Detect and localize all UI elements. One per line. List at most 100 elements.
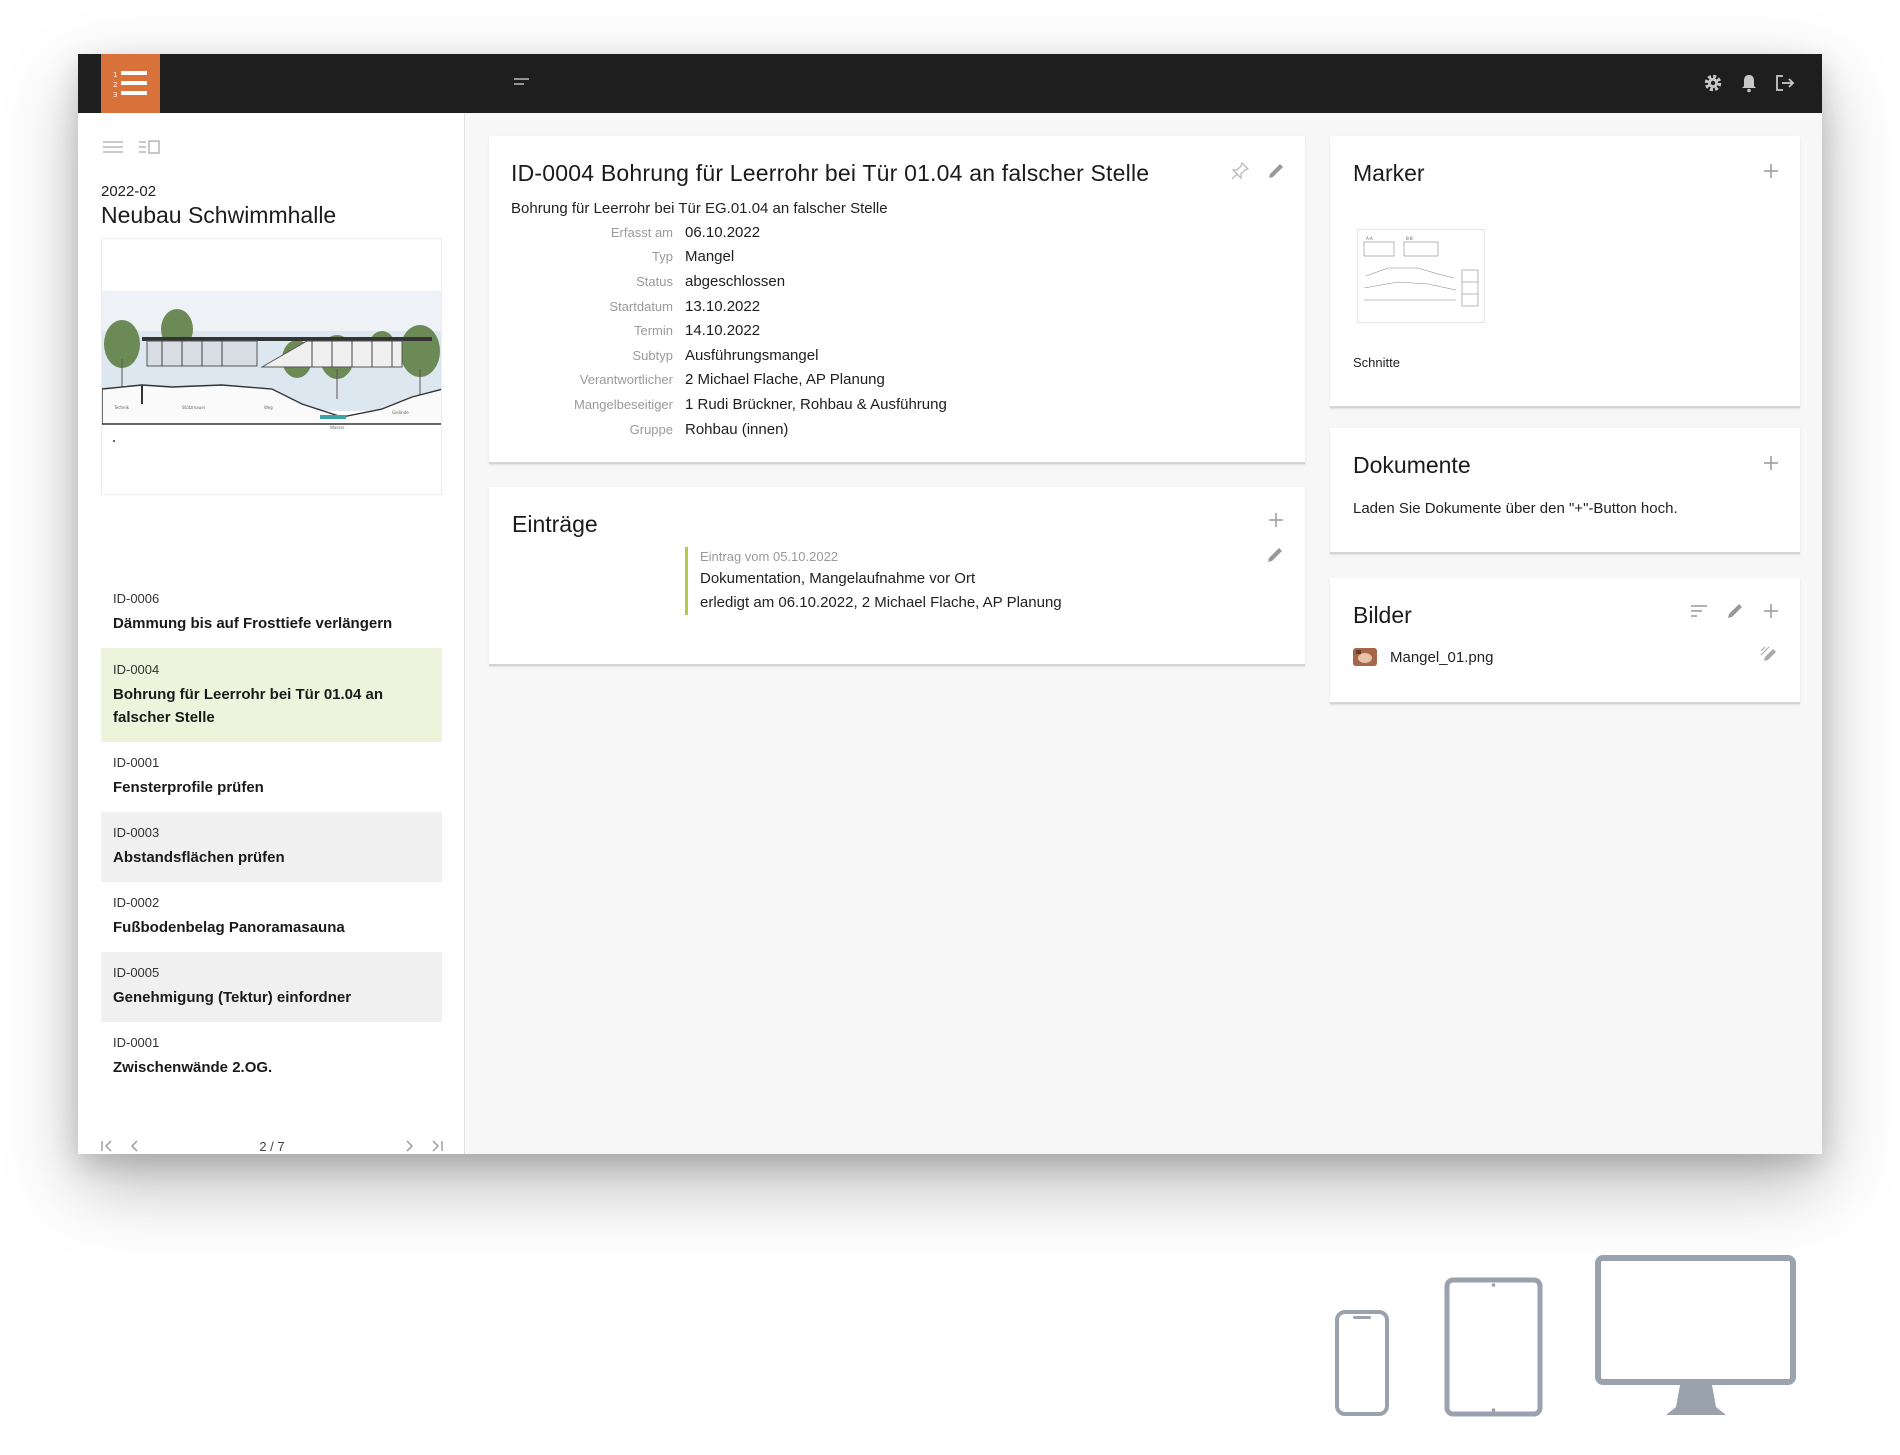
project-image[interactable]: Technik Stützmauer Weg Wasser Gelände <box>101 238 442 495</box>
draw-icon <box>1760 646 1776 661</box>
marker-card: Marker A-A B-B Schnitte <box>1330 136 1800 408</box>
list-item[interactable]: ID-0002 Fußbodenbelag Panoramasauna <box>101 882 442 952</box>
issue-title: Fußbodenbelag Panoramasauna <box>113 919 345 936</box>
app-window: 1 2 3 2022-02 Neubau Schwimmhalle Techni… <box>78 54 1822 1154</box>
field-row: Typ Mangel <box>511 245 947 270</box>
issue-title: Bohrung für Leerrohr bei Tür 01.04 an fa… <box>113 685 384 726</box>
edit-issue-button[interactable] <box>1265 160 1287 182</box>
last-page-button[interactable] <box>430 1138 444 1154</box>
responsive-devices-illustration <box>1335 1255 1796 1417</box>
next-page-button[interactable] <box>402 1138 416 1154</box>
split-view-button[interactable] <box>138 139 160 157</box>
issue-list: ID-0006 Dämmung bis auf Frosttiefe verlä… <box>101 578 442 1092</box>
list-view-icon <box>103 141 123 153</box>
issue-detail-title: ID-0004 Bohrung für Leerrohr bei Tür 01.… <box>511 160 1150 186</box>
logout-button[interactable] <box>1774 71 1796 95</box>
documents-card: Dokumente Laden Sie Dokumente über den "… <box>1330 428 1800 554</box>
issue-fields: Erfasst am 06.10.2022 Typ Mangel Status … <box>511 220 947 441</box>
previous-page-button[interactable] <box>128 1138 142 1154</box>
issue-id: ID-0001 <box>113 755 160 770</box>
add-entry-button[interactable] <box>1265 509 1287 531</box>
issue-title: Dämmung bis auf Frosttiefe verlängern <box>113 615 393 632</box>
svg-text:3: 3 <box>113 91 117 99</box>
field-label: Verantwortlicher <box>579 372 673 388</box>
add-image-button[interactable] <box>1760 600 1782 622</box>
field-value: 13.10.2022 <box>685 297 761 315</box>
project-name: Neubau Schwimmhalle <box>101 202 337 228</box>
list-view-button[interactable] <box>102 139 124 157</box>
issue-description: Bohrung für Leerrohr bei Tür EG.01.04 an… <box>511 200 888 217</box>
sidebar: 2022-02 Neubau Schwimmhalle Technik Stüt… <box>78 113 465 1154</box>
list-item[interactable]: ID-0006 Dämmung bis auf Frosttiefe verlä… <box>101 578 442 648</box>
images-card: Bilder Mangel_01.png <box>1330 578 1800 704</box>
list-item[interactable]: ID-0001 Fensterprofile prüfen <box>101 742 442 812</box>
svg-text:Wasser: Wasser <box>330 425 345 430</box>
field-row: Termin 14.10.2022 <box>511 318 947 343</box>
issue-id: ID-0002 <box>113 895 160 910</box>
app-logo[interactable]: 1 2 3 <box>101 54 160 113</box>
settings-button[interactable] <box>1702 71 1724 95</box>
edit-entry-button[interactable] <box>1265 545 1287 567</box>
entry-text: Dokumentation, Mangelaufnahme vor Ort <box>700 570 976 587</box>
top-bar: 1 2 3 <box>78 54 1822 113</box>
chevron-right-icon <box>406 1140 413 1152</box>
list-item-selected[interactable]: ID-0004 Bohrung für Leerrohr bei Tür 01.… <box>101 648 442 742</box>
svg-text:B-B: B-B <box>1406 236 1413 241</box>
issue-detail-card: ID-0004 Bohrung für Leerrohr bei Tür 01.… <box>489 136 1305 464</box>
chevron-left-icon <box>131 1140 138 1152</box>
smartphone-icon <box>1335 1310 1389 1416</box>
issue-title: Zwischenwände 2.OG. <box>113 1059 273 1076</box>
field-value: abgeschlossen <box>685 272 786 290</box>
desktop-monitor-icon <box>1595 1255 1796 1415</box>
pencil-icon <box>1269 164 1283 178</box>
plus-icon <box>1764 456 1778 470</box>
add-marker-button[interactable] <box>1760 160 1782 182</box>
image-file-row[interactable]: Mangel_01.png <box>1353 645 1781 669</box>
project-code: 2022-02 <box>101 183 157 200</box>
list-item[interactable]: ID-0005 Genehmigung (Tektur) einfordner <box>101 952 442 1022</box>
plus-icon <box>1764 164 1778 178</box>
field-row: Erfasst am 06.10.2022 <box>511 220 947 245</box>
hamburger-icon <box>514 78 529 85</box>
tablet-icon <box>1444 1277 1543 1417</box>
field-label: Erfasst am <box>610 224 673 240</box>
field-row: Status abgeschlossen <box>511 269 947 294</box>
entry-item[interactable]: Eintrag vom 05.10.2022 Dokumentation, Ma… <box>685 547 1062 615</box>
menu-toggle-button[interactable] <box>510 72 532 94</box>
field-row: Verantwortlicher 2 Michael Flache, AP Pl… <box>511 368 947 393</box>
pin-icon <box>1231 161 1250 180</box>
list-item[interactable]: ID-0003 Abstandsflächen prüfen <box>101 812 442 882</box>
field-label: Mangelbeseitiger <box>573 396 673 412</box>
issue-id: ID-0001 <box>113 1035 160 1050</box>
entry-done: erledigt am 06.10.2022, 2 Michael Flache… <box>700 594 1062 611</box>
field-label: Startdatum <box>609 298 673 314</box>
split-view-icon <box>139 140 160 154</box>
device-icons <box>1330 1250 1810 1420</box>
issue-title: Genehmigung (Tektur) einfordner <box>113 989 352 1006</box>
image-thumbnail <box>1353 648 1377 666</box>
list-item[interactable]: ID-0001 Zwischenwände 2.OG. <box>101 1022 442 1092</box>
plan-thumbnail[interactable]: A-A B-B <box>1357 229 1485 323</box>
first-page-button[interactable] <box>100 1138 114 1154</box>
marker-title: Marker <box>1353 160 1425 186</box>
photo-thumbnail-icon <box>1353 648 1377 666</box>
logout-icon <box>1776 75 1795 91</box>
plus-icon <box>1764 604 1778 618</box>
svg-text:2: 2 <box>113 81 117 89</box>
notifications-button[interactable] <box>1738 71 1760 95</box>
documents-title: Dokumente <box>1353 452 1471 478</box>
issue-id: ID-0005 <box>113 965 160 980</box>
building-section-drawing: Technik Stützmauer Weg Wasser Gelände <box>102 291 441 442</box>
annotate-image-button[interactable] <box>1759 645 1781 667</box>
issue-id: ID-0006 <box>113 591 160 606</box>
edit-images-button[interactable] <box>1724 600 1746 622</box>
field-value: Rohbau (innen) <box>685 420 789 438</box>
svg-text:Gelände: Gelände <box>392 410 409 415</box>
field-value: 06.10.2022 <box>685 223 761 241</box>
plan-drawing: A-A B-B <box>1363 236 1479 307</box>
pin-button[interactable] <box>1229 160 1251 182</box>
add-document-button[interactable] <box>1760 452 1782 474</box>
sort-images-button[interactable] <box>1688 600 1710 622</box>
field-value: Ausführungsmangel <box>685 346 819 364</box>
field-row: Gruppe Rohbau (innen) <box>511 417 947 442</box>
